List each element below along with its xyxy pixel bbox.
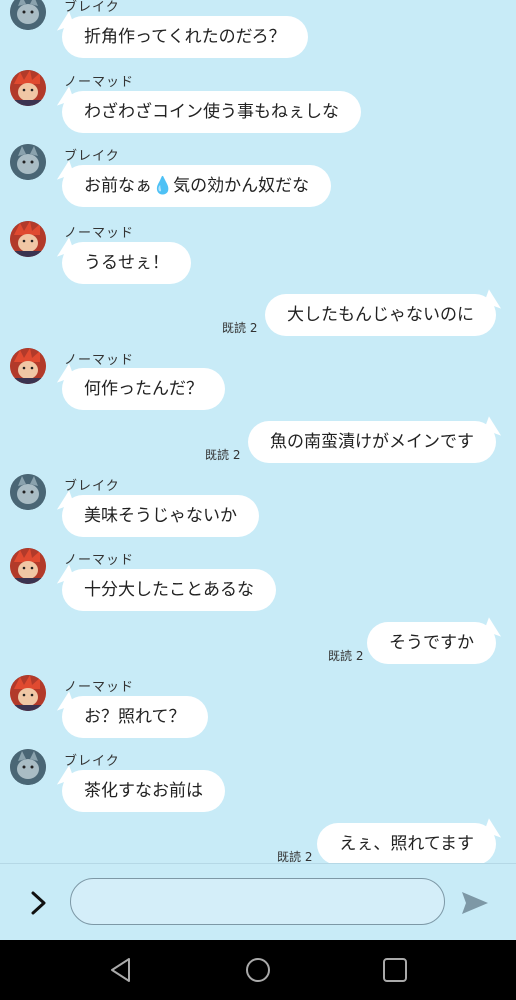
avatar-blake[interactable] (10, 0, 46, 30)
message-bubble[interactable]: そうですか (367, 622, 496, 664)
back-triangle-icon[interactable] (107, 956, 135, 984)
avatar-nomad[interactable] (10, 348, 46, 384)
sender-name: ブレイク (64, 754, 120, 769)
avatar-blake[interactable] (10, 749, 46, 785)
sender-name: ブレイク (64, 0, 120, 15)
avatar-blake[interactable] (10, 144, 46, 180)
send-icon[interactable] (460, 890, 490, 916)
message-input-bar (0, 863, 516, 940)
sender-name: ノーマッド (64, 75, 135, 90)
chat-area: ブレイク 折角作ってくれたのだろ？ ノーマッド わざわざコイン使う事もねぇしな … (0, 0, 516, 863)
sender-name: ノーマッド (64, 353, 135, 368)
sender-name: ノーマッド (64, 680, 135, 695)
message-bubble[interactable]: うるせぇ！ (62, 242, 191, 284)
message-bubble[interactable]: えぇ、照れてます (317, 823, 496, 863)
recents-square-icon[interactable] (381, 956, 409, 984)
home-circle-icon[interactable] (244, 956, 272, 984)
read-receipt: 既読 2 (205, 448, 241, 462)
message-bubble[interactable]: 何作ったんだ？ (62, 368, 225, 410)
message-bubble[interactable]: 十分大したことあるな (62, 569, 276, 611)
avatar-nomad[interactable] (10, 70, 46, 106)
message-bubble[interactable]: 折角作ってくれたのだろ？ (62, 16, 308, 58)
message-bubble[interactable]: わざわざコイン使う事もねぇしな (62, 91, 361, 133)
read-receipt: 既読 2 (277, 850, 313, 863)
avatar-blake[interactable] (10, 474, 46, 510)
system-nav-bar (0, 940, 516, 1000)
message-bubble[interactable]: 茶化すなお前は (62, 770, 225, 812)
message-input[interactable] (70, 878, 445, 925)
sender-name: ブレイク (64, 149, 120, 164)
avatar-nomad[interactable] (10, 221, 46, 257)
read-receipt: 既読 2 (222, 321, 258, 335)
message-bubble[interactable]: 魚の南蛮漬けがメインです (248, 421, 496, 463)
sender-name: ノーマッド (64, 553, 135, 568)
message-bubble[interactable]: お前なぁ💧気の効かん奴だな (62, 165, 332, 207)
sender-name: ノーマッド (64, 226, 135, 241)
message-bubble[interactable]: 大したもんじゃないのに (265, 294, 496, 336)
avatar-nomad[interactable] (10, 675, 46, 711)
read-receipt: 既読 2 (328, 649, 364, 663)
message-bubble[interactable]: 美味そうじゃないか (62, 495, 259, 537)
sender-name: ブレイク (64, 479, 120, 494)
chevron-right-icon[interactable] (28, 888, 50, 918)
avatar-nomad[interactable] (10, 548, 46, 584)
message-bubble[interactable]: お？照れて？ (62, 696, 208, 738)
